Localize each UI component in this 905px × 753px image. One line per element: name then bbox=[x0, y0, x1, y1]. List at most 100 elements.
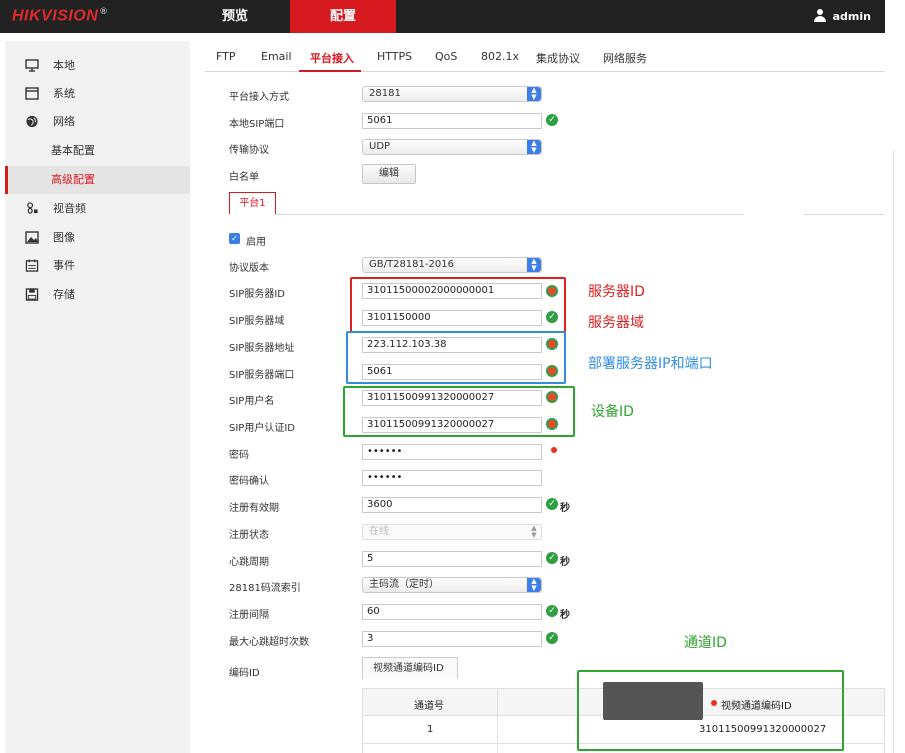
annotation-box-deploy bbox=[346, 331, 566, 384]
sidebar: 本地 系统 网络 基本配置 高级配置 视音频 图像 事件 存储 bbox=[5, 41, 190, 753]
image-icon bbox=[25, 231, 39, 244]
access-mode-value: 28181 bbox=[369, 88, 401, 99]
reg-status-label: 注册状态 bbox=[229, 530, 269, 541]
annotation-server-id: 服务器ID bbox=[588, 284, 645, 300]
nav-config-tab[interactable]: 配置 bbox=[290, 0, 396, 33]
select-arrow-icon: ▲ ▼ bbox=[531, 524, 537, 539]
sidebar-item-local[interactable]: 本地 bbox=[5, 52, 190, 80]
select-arrow-icon: ▲ ▼ bbox=[527, 258, 541, 272]
valid-check-icon: ✓ bbox=[546, 114, 558, 126]
reg-interval-label: 注册间隔 bbox=[229, 610, 269, 621]
tab-https[interactable]: HTTPS bbox=[377, 50, 412, 63]
password-confirm-label: 密码确认 bbox=[229, 476, 269, 487]
annotation-box-device bbox=[343, 386, 575, 437]
heartbeat-label: 心跳周期 bbox=[229, 557, 269, 568]
active-tab-indicator bbox=[299, 70, 361, 72]
tab-qos[interactable]: QoS bbox=[435, 50, 457, 63]
column-header-channel: 通道号 bbox=[414, 701, 444, 712]
required-dot-icon bbox=[551, 447, 557, 453]
enable-label: 启用 bbox=[246, 237, 266, 248]
username: admin bbox=[832, 10, 871, 23]
tab-platform-1[interactable]: 平台1 bbox=[229, 192, 276, 214]
sidebar-item-label: 本地 bbox=[53, 59, 75, 72]
tab-integration-protocol[interactable]: 集成协议 bbox=[536, 50, 580, 66]
max-heartbeat-timeout-label: 最大心跳超时次数 bbox=[229, 637, 309, 648]
reg-validity-label: 注册有效期 bbox=[229, 503, 279, 514]
camera-mic-icon bbox=[27, 202, 38, 214]
transport-label: 传输协议 bbox=[229, 145, 269, 156]
tab-network-service[interactable]: 网络服务 bbox=[603, 50, 647, 66]
encode-id-label: 编码ID bbox=[229, 668, 260, 679]
sidebar-item-label: 视音频 bbox=[53, 202, 86, 215]
sidebar-item-label: 图像 bbox=[53, 231, 75, 244]
access-mode-label: 平台接入方式 bbox=[229, 92, 289, 103]
seconds-unit: 秒 bbox=[560, 503, 570, 514]
stream-index-label: 28181码流索引 bbox=[229, 583, 301, 594]
transport-select[interactable]: UDP ▲ ▼ bbox=[362, 139, 542, 155]
sidebar-item-label: 网络 bbox=[53, 115, 75, 128]
valid-check-icon: ✓ bbox=[546, 605, 558, 617]
sip-username-label: SIP用户名 bbox=[229, 396, 275, 407]
channel-number-cell: 1 bbox=[427, 724, 434, 735]
local-sip-port-label: 本地SIP端口 bbox=[229, 119, 285, 130]
tab-email[interactable]: Email bbox=[261, 50, 292, 63]
password-label: 密码 bbox=[229, 450, 249, 461]
sidebar-item-image[interactable]: 图像 bbox=[5, 224, 190, 252]
sip-server-address-label: SIP服务器地址 bbox=[229, 343, 295, 354]
globe-icon bbox=[26, 115, 38, 128]
sidebar-item-audio-video[interactable]: 视音频 bbox=[5, 195, 190, 223]
select-arrow-icon: ▲ ▼ bbox=[527, 87, 541, 101]
sip-server-id-label: SIP服务器ID bbox=[229, 289, 285, 300]
password-confirm-input[interactable]: •••••• bbox=[362, 470, 542, 486]
column-divider bbox=[497, 688, 498, 753]
whitelist-label: 白名单 bbox=[229, 172, 259, 183]
tab-ftp[interactable]: FTP bbox=[216, 50, 236, 63]
annotation-box-server bbox=[350, 277, 566, 333]
reg-validity-input[interactable]: 3600 bbox=[362, 497, 542, 513]
sidebar-item-label: 事件 bbox=[53, 259, 75, 272]
annotation-box-channel bbox=[577, 670, 844, 751]
heartbeat-input[interactable]: 5 bbox=[362, 551, 542, 567]
tab-video-channel-encode-id[interactable]: 视频通道编码ID bbox=[362, 657, 458, 679]
password-input[interactable]: •••••• bbox=[362, 444, 542, 460]
stream-index-select[interactable]: 主码流（定时） ▲ ▼ bbox=[362, 577, 542, 593]
select-arrow-icon: ▲ ▼ bbox=[527, 578, 541, 592]
annotation-channel-id: 通道ID bbox=[684, 635, 727, 651]
nav-preview-tab[interactable]: 预览 bbox=[190, 0, 280, 33]
top-bar: HIKVISION ® 预览 配置 admin bbox=[0, 0, 885, 33]
protocol-version-value: GB/T28181-2016 bbox=[369, 259, 454, 270]
sidebar-item-basic-config[interactable]: 基本配置 bbox=[5, 137, 190, 165]
local-sip-port-input[interactable]: 5061 bbox=[362, 113, 542, 129]
protocol-version-label: 协议版本 bbox=[229, 263, 269, 274]
window-icon bbox=[25, 87, 39, 100]
monitor-icon bbox=[25, 59, 39, 72]
whitelist-edit-button[interactable]: 编辑 bbox=[362, 164, 416, 184]
reg-status-value: 在线 bbox=[369, 526, 389, 537]
tab-platform-access[interactable]: 平台接入 bbox=[310, 50, 354, 66]
sidebar-item-advanced-config[interactable]: 高级配置 bbox=[5, 166, 190, 194]
sip-server-domain-label: SIP服务器域 bbox=[229, 316, 285, 327]
sidebar-item-label: 基本配置 bbox=[51, 144, 95, 157]
valid-check-icon: ✓ bbox=[546, 552, 558, 564]
access-mode-select[interactable]: 28181 ▲ ▼ bbox=[362, 86, 542, 102]
logo: HIKVISION ® bbox=[12, 6, 108, 25]
reg-status-select: 在线 ▲ ▼ bbox=[362, 524, 542, 540]
sidebar-item-event[interactable]: 事件 bbox=[5, 252, 190, 280]
calendar-icon bbox=[25, 259, 39, 272]
reg-interval-input[interactable]: 60 bbox=[362, 604, 542, 620]
sidebar-item-label: 系统 bbox=[53, 87, 75, 100]
user-icon bbox=[813, 9, 827, 22]
sidebar-item-storage[interactable]: 存储 bbox=[5, 281, 190, 309]
user-menu[interactable]: admin bbox=[813, 9, 871, 23]
sidebar-item-system[interactable]: 系统 bbox=[5, 80, 190, 108]
sidebar-item-label: 高级配置 bbox=[51, 173, 95, 186]
tab-8021x[interactable]: 802.1x bbox=[481, 50, 519, 63]
divider bbox=[276, 214, 744, 215]
app-window: HIKVISION ® 预览 配置 admin 本地 系统 网络 基本配置 高级配… bbox=[0, 0, 905, 753]
protocol-version-select[interactable]: GB/T28181-2016 ▲ ▼ bbox=[362, 257, 542, 273]
stream-index-value: 主码流（定时） bbox=[369, 579, 439, 590]
select-arrow-icon: ▲ ▼ bbox=[527, 140, 541, 154]
max-heartbeat-timeout-input[interactable]: 3 bbox=[362, 631, 542, 647]
enable-checkbox[interactable]: ✓ bbox=[229, 233, 240, 244]
sidebar-item-network[interactable]: 网络 bbox=[5, 108, 190, 136]
